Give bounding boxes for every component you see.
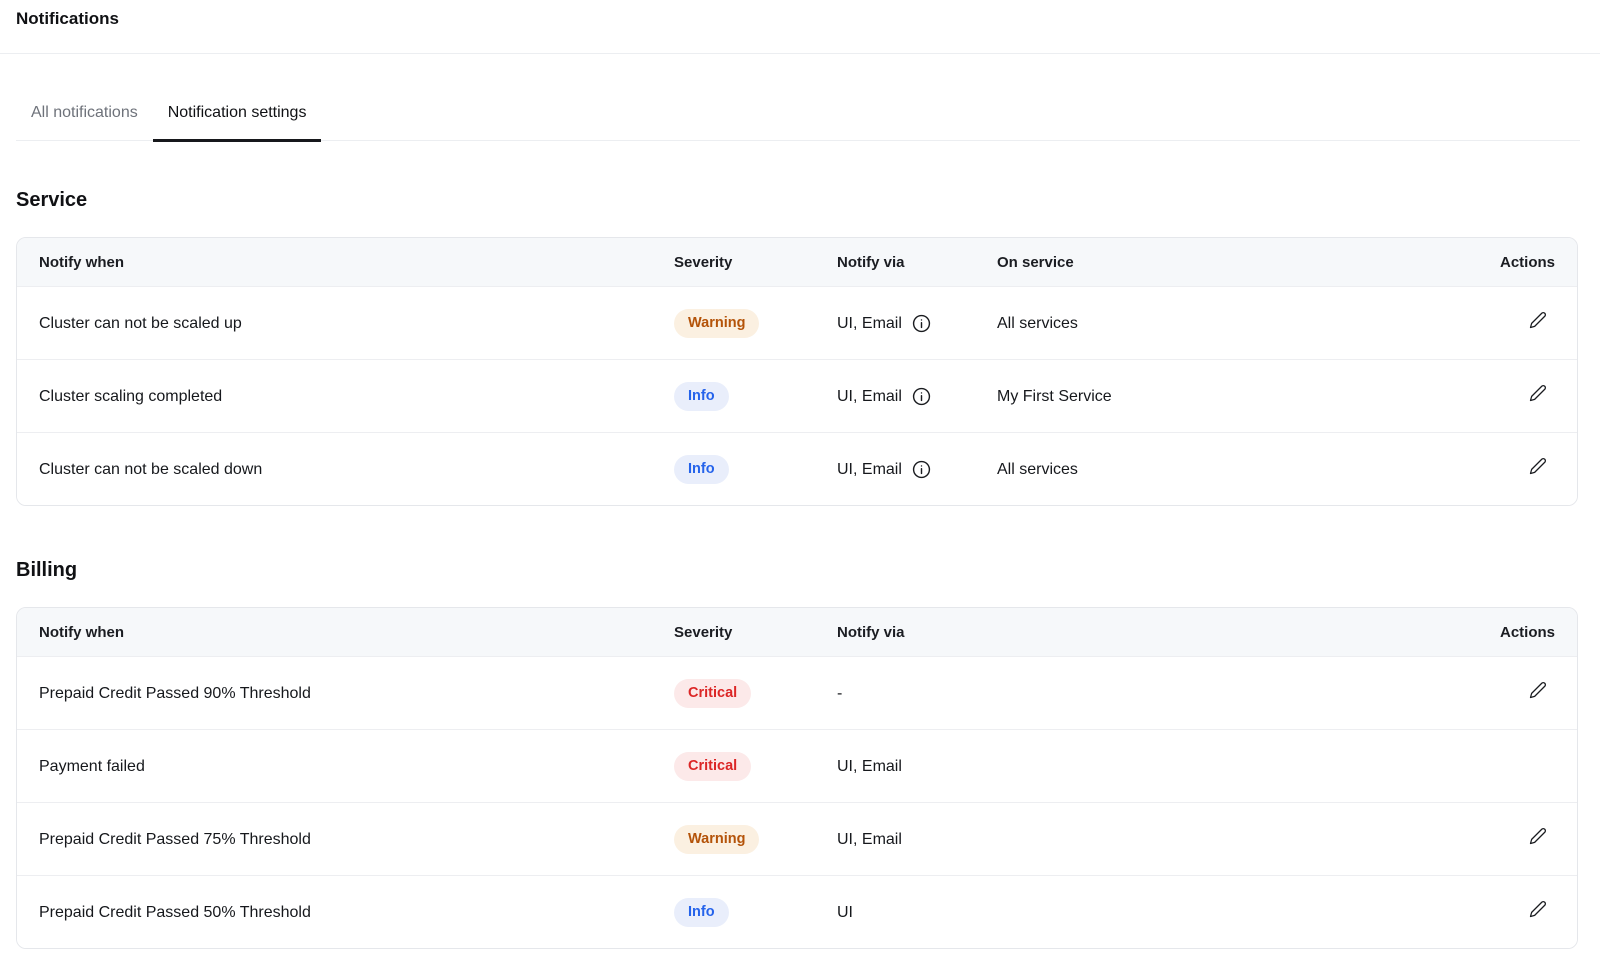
severity-cell: Warning [674, 309, 837, 338]
notify-when-cell: Payment failed [17, 756, 674, 777]
notify-when-cell: Cluster can not be scaled up [17, 313, 674, 334]
edit-pencil-icon[interactable] [1529, 827, 1547, 845]
severity-cell: Critical [674, 752, 837, 781]
table-row: Payment failed Critical UI, Email [17, 729, 1577, 802]
tab-all-notifications[interactable]: All notifications [16, 54, 153, 142]
notify-when-cell: Cluster can not be scaled down [17, 459, 674, 480]
notify-via-text: UI, Email [837, 386, 902, 407]
severity-cell: Warning [674, 825, 837, 854]
notify-when-cell: Cluster scaling completed [17, 386, 674, 407]
settings-sections: Service Notify whenSeverityNotify viaOn … [0, 188, 1600, 949]
column-header-notify-via: Notify via [837, 253, 997, 272]
column-header-notify-when: Notify when [17, 253, 674, 272]
severity-badge: Critical [674, 752, 751, 781]
column-header-actions: Actions [1447, 623, 1577, 642]
notify-when-cell: Prepaid Credit Passed 75% Threshold [17, 829, 674, 850]
notify-via-cell: UI [837, 902, 1447, 923]
actions-cell [1447, 311, 1577, 335]
notify-when-cell: Prepaid Credit Passed 90% Threshold [17, 683, 674, 704]
actions-cell [1447, 681, 1577, 705]
actions-cell [1447, 457, 1577, 481]
actions-cell [1447, 827, 1577, 851]
table-row: Prepaid Credit Passed 75% Threshold Warn… [17, 802, 1577, 875]
severity-badge: Warning [674, 825, 759, 854]
edit-pencil-icon[interactable] [1529, 900, 1547, 918]
column-header-severity: Severity [674, 623, 837, 642]
page-title: Notifications [0, 0, 1600, 30]
notify-via-text: UI, Email [837, 313, 902, 334]
table-header-row: Notify whenSeverityNotify viaActions [17, 608, 1577, 656]
notify-via-cell: UI, Email [837, 756, 1447, 777]
edit-pencil-icon[interactable] [1529, 681, 1547, 699]
table-body: Cluster can not be scaled up Warning UI,… [17, 286, 1577, 505]
severity-badge: Info [674, 898, 729, 927]
column-header-severity: Severity [674, 253, 837, 272]
notify-via-text: UI, Email [837, 829, 902, 850]
edit-pencil-icon[interactable] [1529, 457, 1547, 475]
table-row: Cluster can not be scaled down Info UI, … [17, 432, 1577, 505]
notify-via-cell: - [837, 683, 1447, 704]
section-service: Service Notify whenSeverityNotify viaOn … [0, 188, 1600, 506]
column-header-on-service: On service [997, 253, 1447, 272]
column-header-notify-when: Notify when [17, 623, 674, 642]
on-service-cell: My First Service [997, 386, 1447, 407]
severity-cell: Info [674, 455, 837, 484]
notification-table: Notify whenSeverityNotify viaActions Pre… [16, 607, 1578, 949]
severity-badge: Info [674, 382, 729, 411]
severity-badge: Info [674, 455, 729, 484]
notify-via-text: UI, Email [837, 756, 902, 777]
tab-notification-settings[interactable]: Notification settings [153, 54, 322, 142]
severity-badge: Critical [674, 679, 751, 708]
notify-via-cell: UI, Email [837, 459, 997, 480]
on-service-cell: All services [997, 313, 1447, 334]
notify-via-cell: UI, Email [837, 386, 997, 407]
section-heading: Service [16, 188, 1600, 213]
severity-badge: Warning [674, 309, 759, 338]
on-service-cell: All services [997, 459, 1447, 480]
notify-via-text: UI, Email [837, 459, 902, 480]
notification-table: Notify whenSeverityNotify viaOn serviceA… [16, 237, 1578, 506]
notify-via-cell: UI, Email [837, 313, 997, 334]
info-icon[interactable] [912, 460, 931, 479]
actions-cell [1447, 900, 1577, 924]
table-header-row: Notify whenSeverityNotify viaOn serviceA… [17, 238, 1577, 286]
section-heading: Billing [16, 558, 1600, 583]
table-row: Prepaid Credit Passed 50% Threshold Info… [17, 875, 1577, 948]
table-row: Prepaid Credit Passed 90% Threshold Crit… [17, 656, 1577, 729]
notify-when-cell: Prepaid Credit Passed 50% Threshold [17, 902, 674, 923]
notify-via-cell: UI, Email [837, 829, 1447, 850]
tab-bar: All notifications Notification settings [16, 54, 1580, 141]
info-icon[interactable] [912, 387, 931, 406]
severity-cell: Info [674, 898, 837, 927]
edit-pencil-icon[interactable] [1529, 311, 1547, 329]
notify-via-text: - [837, 683, 842, 704]
column-header-notify-via: Notify via [837, 623, 1447, 642]
actions-cell [1447, 384, 1577, 408]
column-header-actions: Actions [1447, 253, 1577, 272]
edit-pencil-icon[interactable] [1529, 384, 1547, 402]
section-billing: Billing Notify whenSeverityNotify viaAct… [0, 558, 1600, 949]
severity-cell: Info [674, 382, 837, 411]
table-row: Cluster scaling completed Info UI, Email… [17, 359, 1577, 432]
info-icon[interactable] [912, 314, 931, 333]
severity-cell: Critical [674, 679, 837, 708]
table-body: Prepaid Credit Passed 90% Threshold Crit… [17, 656, 1577, 948]
table-row: Cluster can not be scaled up Warning UI,… [17, 286, 1577, 359]
notify-via-text: UI [837, 902, 853, 923]
notifications-page: Notifications All notifications Notifica… [0, 0, 1600, 976]
